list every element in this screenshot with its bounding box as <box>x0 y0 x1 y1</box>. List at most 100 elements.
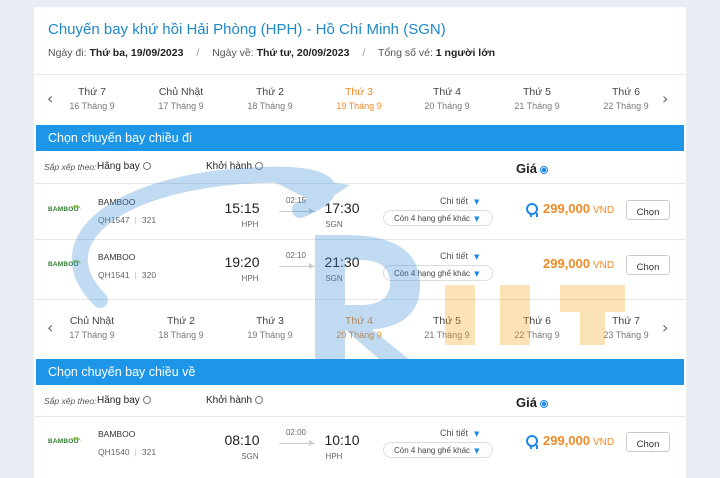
divider <box>34 183 686 184</box>
bamboo-logo: BAMBOO <box>48 260 82 272</box>
page-title: Chuyến bay khứ hồi Hải Phòng (HPH) - Hồ … <box>48 21 446 38</box>
radio-selected-icon[interactable] <box>539 400 548 408</box>
choose-button[interactable]: Chọn <box>626 200 670 220</box>
radio-icon[interactable] <box>255 162 264 170</box>
date-tab[interactable]: Thứ 7 16 Tháng 9 <box>52 86 132 111</box>
radio-icon[interactable] <box>142 396 151 404</box>
sort-price[interactable]: Giá <box>516 395 548 410</box>
seat-class-dropdown[interactable]: Còn 4 hạng ghế khác ▼ <box>383 265 493 281</box>
detail-link[interactable]: Chi tiết ▼ <box>440 251 479 261</box>
chevron-down-icon: ▼ <box>474 253 480 261</box>
outbound-section-header: Chọn chuyến bay chiều đi <box>36 125 684 151</box>
date-tab[interactable]: Thứ 6 22 Tháng 9 <box>586 86 666 111</box>
date-tab[interactable]: Thứ 2 18 Tháng 9 <box>230 86 310 111</box>
arrival-airport: SGN <box>325 220 343 229</box>
date-tab[interactable]: Thứ 7 23 Tháng 9 <box>586 315 666 340</box>
radio-icon[interactable] <box>255 396 264 404</box>
arrival-time: 10:10 <box>324 432 360 448</box>
date-tab[interactable]: Thứ 5 21 Tháng 9 <box>497 86 577 111</box>
seat-class-dropdown[interactable]: Còn 4 hạng ghế khác ▼ <box>383 442 493 458</box>
detail-link[interactable]: Chi tiết ▼ <box>440 196 479 206</box>
sort-label: Sắp xếp theo: <box>44 162 97 172</box>
flight-row: BAMBOO BAMBOO QH1540 | 321 08:10 SGN 02:00… <box>34 419 686 471</box>
date-tab[interactable]: Chủ Nhật 17 Tháng 9 <box>141 86 221 111</box>
departure-time: 15:15 <box>224 200 260 216</box>
chevron-down-icon: ▼ <box>474 447 480 455</box>
duration: 02:00 <box>285 428 307 437</box>
date-tab[interactable]: Thứ 4 20 Tháng 9 <box>407 86 487 111</box>
tickets-value: 1 người lớn <box>435 47 496 59</box>
departure-airport: HPH <box>241 220 259 229</box>
radio-icon[interactable] <box>142 162 151 170</box>
departure-time: 08:10 <box>224 432 260 448</box>
route-arrow-icon <box>279 440 315 446</box>
summary-separator: / <box>196 47 200 59</box>
outbound-sort-row: Sắp xếp theo: Hãng bay Khởi hành Giá <box>34 158 686 178</box>
promo-badge-icon <box>526 203 538 217</box>
bamboo-logo: BAMBOO <box>48 205 82 217</box>
duration: 02:10 <box>285 251 307 260</box>
price: 299,000 VND <box>543 256 615 271</box>
divider <box>34 416 686 417</box>
flight-code: QH1540 | 321 <box>98 447 157 457</box>
return-date-bar: ‹ Chủ Nhật 17 Tháng 9 Thứ 2 18 Tháng 9 Thứ… <box>34 310 686 350</box>
sort-departure[interactable]: Khởi hành <box>206 395 264 406</box>
date-tab[interactable]: Chủ Nhật 17 Tháng 9 <box>52 315 132 340</box>
next-arrow-icon[interactable]: › <box>662 89 668 108</box>
radio-selected-icon[interactable] <box>539 166 548 174</box>
arrival-time: 21:30 <box>324 254 360 270</box>
date-tab[interactable]: Thứ 5 21 Tháng 9 <box>407 315 487 340</box>
airline-name: BAMBOO <box>98 197 136 207</box>
choose-button[interactable]: Chọn <box>626 432 670 452</box>
date-tab[interactable]: Thứ 3 19 Tháng 9 <box>230 315 310 340</box>
date-tab[interactable]: Thứ 6 22 Tháng 9 <box>497 315 577 340</box>
divider <box>34 239 686 240</box>
departure-time: 19:20 <box>224 254 260 270</box>
route-arrow-icon <box>279 263 315 269</box>
chevron-down-icon: ▼ <box>474 430 480 438</box>
promo-badge-icon <box>526 435 538 449</box>
sort-airline[interactable]: Hãng bay <box>97 395 151 406</box>
route-arrow-icon <box>279 208 315 214</box>
departure-airport: SGN <box>241 452 259 461</box>
depart-value: Thứ ba, 19/09/2023 <box>89 47 184 59</box>
sort-departure[interactable]: Khởi hành <box>206 161 264 172</box>
return-label: Ngày về: <box>212 47 254 59</box>
seat-class-dropdown[interactable]: Còn 4 hạng ghế khác ▼ <box>383 210 493 226</box>
depart-label: Ngày đi: <box>48 47 87 59</box>
date-tab[interactable]: Thứ 2 18 Tháng 9 <box>141 315 221 340</box>
summary-separator: / <box>362 47 366 59</box>
divider <box>34 74 686 75</box>
airline-name: BAMBOO <box>98 252 136 262</box>
chevron-down-icon: ▼ <box>474 198 480 206</box>
flight-code: QH1541 | 320 <box>98 270 157 280</box>
chevron-down-icon: ▼ <box>474 215 480 223</box>
flight-row: BAMBOO BAMBOO QH1541 | 320 19:20 HPH 02:10… <box>34 242 686 294</box>
bamboo-logo: BAMBOO <box>48 437 82 449</box>
departure-airport: HPH <box>241 274 259 283</box>
duration: 02:15 <box>285 196 307 205</box>
flight-search-panel: Chuyến bay khứ hồi Hải Phòng (HPH) - Hồ … <box>34 7 686 478</box>
price: 299,000 VND <box>543 201 615 216</box>
sort-price[interactable]: Giá <box>516 161 548 176</box>
flight-row: BAMBOO BAMBOO QH1547 | 321 15:15 HPH 02:15… <box>34 187 686 239</box>
outbound-date-bar: ‹ Thứ 7 16 Tháng 9 Chủ Nhật 17 Tháng 9 Thứ… <box>34 81 686 121</box>
detail-link[interactable]: Chi tiết ▼ <box>440 428 479 438</box>
divider <box>34 299 686 300</box>
choose-button[interactable]: Chọn <box>626 255 670 275</box>
return-value: Thứ tư, 20/09/2023 <box>256 47 350 59</box>
sort-airline[interactable]: Hãng bay <box>97 161 151 172</box>
airline-name: BAMBOO <box>98 429 136 439</box>
sort-label: Sắp xếp theo: <box>44 396 97 406</box>
date-tab-active[interactable]: Thứ 3 19 Tháng 9 <box>319 86 399 111</box>
return-section-header: Chọn chuyến bay chiều về <box>36 359 684 385</box>
arrival-airport: SGN <box>325 274 343 283</box>
arrival-time: 17:30 <box>324 200 360 216</box>
arrival-airport: HPH <box>325 452 343 461</box>
price: 299,000 VND <box>543 433 615 448</box>
next-arrow-icon[interactable]: › <box>662 318 668 337</box>
tickets-label: Tổng số vé: <box>378 47 433 59</box>
flight-code: QH1547 | 321 <box>98 215 157 225</box>
date-tab-active[interactable]: Thứ 4 20 Tháng 9 <box>319 315 399 340</box>
trip-summary: Ngày đi: Thứ ba, 19/09/2023 / Ngày về: T… <box>48 47 495 59</box>
